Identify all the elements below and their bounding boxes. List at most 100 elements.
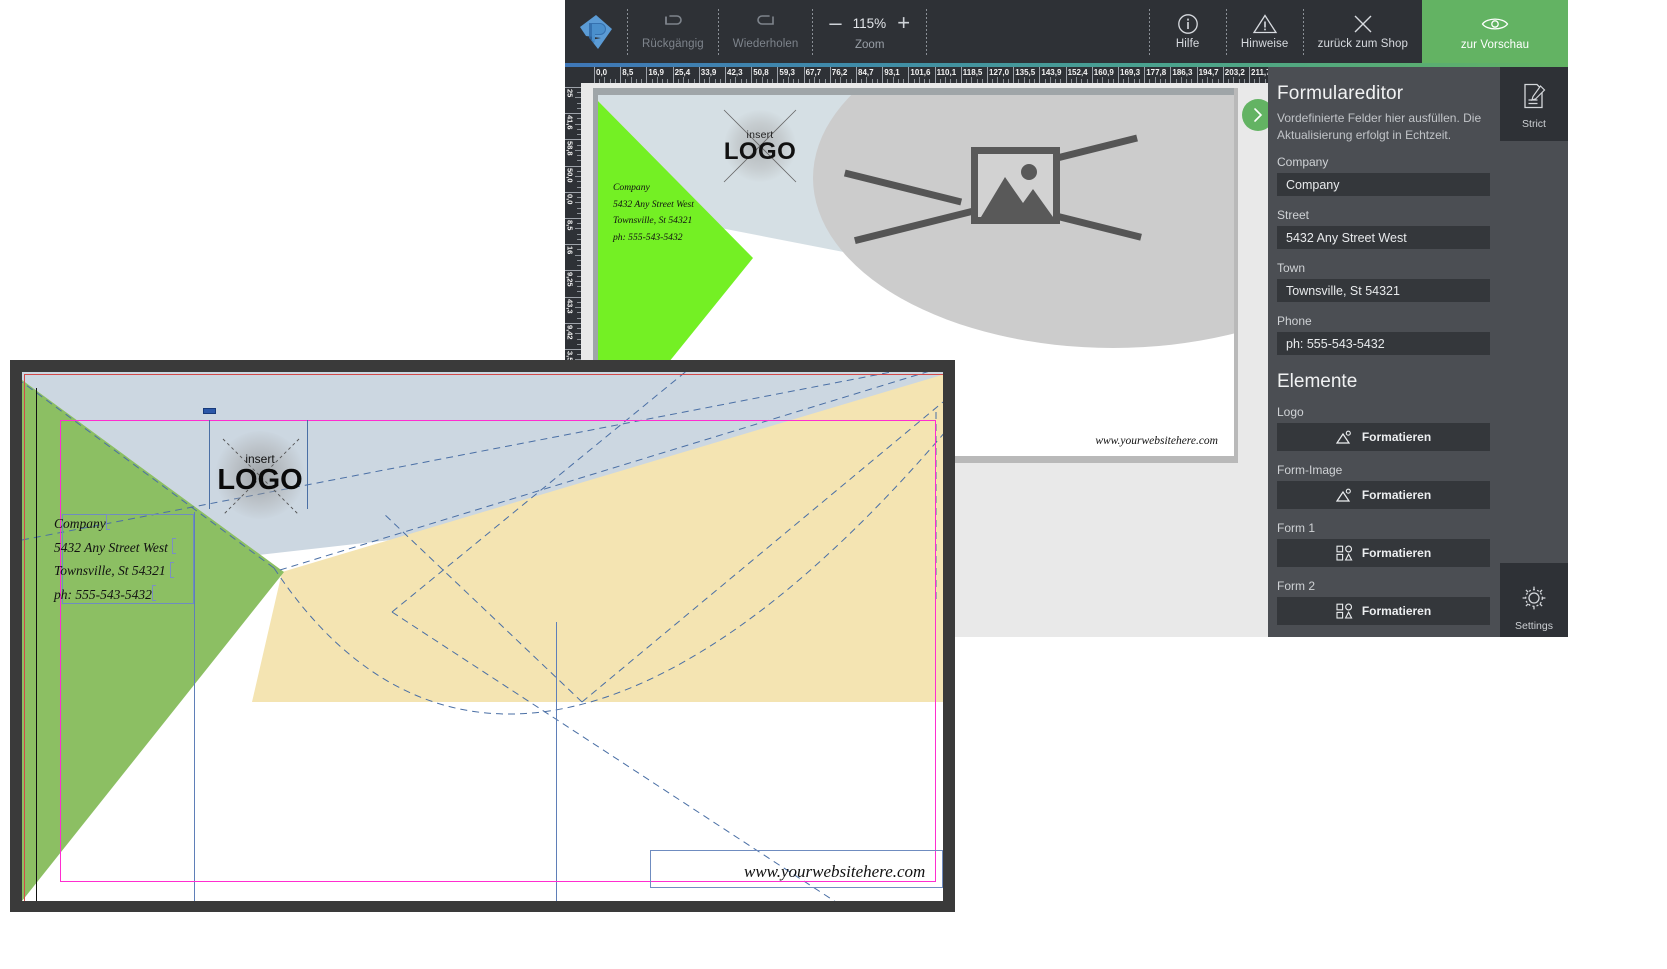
company-input[interactable] xyxy=(1277,173,1490,196)
ruler-tick xyxy=(565,297,581,298)
town-input[interactable] xyxy=(1277,279,1490,302)
format-form-1-label: Formatieren xyxy=(1362,546,1431,560)
ruler-tick-label: 9,42 xyxy=(566,325,574,340)
ruler-tick xyxy=(565,139,581,140)
zoom-value: 115% xyxy=(853,16,887,31)
notes-label: Hinweise xyxy=(1241,39,1288,51)
gear-icon xyxy=(1521,585,1547,616)
ruler-tick-label: 84,7 xyxy=(858,69,874,77)
help-button[interactable]: Hilfe xyxy=(1150,0,1226,63)
detail-editor-window[interactable]: insert LOGO Company 5432 Any Street West… xyxy=(10,360,955,912)
rail-gap xyxy=(1500,141,1568,563)
next-step-button[interactable] xyxy=(1242,99,1268,131)
ruler-tick xyxy=(565,166,581,167)
ruler-tick xyxy=(1144,67,1145,83)
ruler-tick xyxy=(1197,67,1198,83)
ruler-tick xyxy=(565,349,581,350)
address-line: Company xyxy=(54,512,168,536)
ruler-tick xyxy=(1039,67,1040,83)
ruler-tick xyxy=(804,67,805,83)
eye-icon xyxy=(1481,11,1509,37)
ruler-tick-label: 50,8 xyxy=(753,69,769,77)
phone-input[interactable] xyxy=(1277,332,1490,355)
logo-placeholder[interactable]: insert LOGO xyxy=(724,110,796,182)
ruler-tick-label: 203,2 xyxy=(1225,69,1245,77)
ruler-tick xyxy=(565,192,581,193)
zoom-in-button[interactable]: + xyxy=(897,12,910,34)
preview-label: zur Vorschau xyxy=(1461,40,1529,52)
format-form-2-button[interactable]: Formatieren xyxy=(1277,597,1490,625)
ruler-tick-label: 0,0 xyxy=(596,69,607,77)
notes-button[interactable]: Hinweise xyxy=(1227,0,1303,63)
undo-button[interactable]: Rückgängig xyxy=(628,0,718,63)
elements-heading: Elemente xyxy=(1277,371,1492,393)
brand-logo-icon[interactable] xyxy=(565,0,627,63)
format-form-image-label: Formatieren xyxy=(1362,488,1431,502)
ruler-tick-label: 58,8 xyxy=(566,141,574,156)
ruler-tick-label: 33,9 xyxy=(701,69,717,77)
format-form-image-button[interactable]: Formatieren xyxy=(1277,481,1490,509)
address-line: 5432 Any Street West xyxy=(613,197,694,214)
address-line: Company xyxy=(613,180,694,197)
redo-button[interactable]: Wiederholen xyxy=(719,0,813,63)
editor-website-text[interactable]: www.yourwebsitehere.com xyxy=(744,862,925,882)
format-form-2-label: Formatieren xyxy=(1362,604,1431,618)
address-line: Townsville, St 54321 xyxy=(613,213,694,230)
ruler-tick-label: 8,5 xyxy=(622,69,633,77)
ruler-tick-label: 25,4 xyxy=(675,69,691,77)
ruler-tick xyxy=(699,67,700,83)
settings-button[interactable]: Settings xyxy=(1500,585,1568,632)
text-bracket xyxy=(152,585,156,601)
zoom-out-button[interactable]: – xyxy=(829,12,841,34)
warning-triangle-icon xyxy=(1252,11,1278,37)
format-form-1-button[interactable]: Formatieren xyxy=(1277,539,1490,567)
close-x-icon xyxy=(1351,11,1375,37)
ruler-tick xyxy=(1170,67,1171,83)
image-placeholder-icon[interactable] xyxy=(969,145,1062,226)
undo-arrow-icon xyxy=(661,11,685,37)
logo-resize-handle[interactable] xyxy=(203,408,216,414)
ruler-tick xyxy=(777,67,778,83)
ruler-tick-label: 135,5 xyxy=(1015,69,1035,77)
panel-subtitle: Vordefinierte Felder hier ausfüllen. Die… xyxy=(1277,110,1492,143)
address-line: 5432 Any Street West xyxy=(54,536,168,560)
ruler-tick xyxy=(673,67,674,83)
strict-mode-label: Strict xyxy=(1522,118,1546,130)
horizontal-ruler[interactable]: 0,08,516,925,433,942,350,859,367,776,284… xyxy=(565,67,1268,83)
logo-word-text: LOGO xyxy=(724,140,796,164)
address-line: Townsville, St 54321 xyxy=(54,559,168,583)
ruler-tick xyxy=(565,218,581,219)
element-label-logo: Logo xyxy=(1277,405,1492,419)
logo-placeholder[interactable]: insert LOGO xyxy=(219,437,301,509)
card-address-block[interactable]: Company 5432 Any Street West Townsville,… xyxy=(613,180,694,246)
back-to-shop-label: zurück zum Shop xyxy=(1318,39,1408,51)
editor-address-block[interactable]: Company 5432 Any Street West Townsville,… xyxy=(54,512,168,606)
ruler-tick xyxy=(908,67,909,83)
ruler-tick xyxy=(565,270,581,271)
street-input[interactable] xyxy=(1277,226,1490,249)
preview-button[interactable]: zur Vorschau xyxy=(1422,0,1568,63)
ruler-tick xyxy=(751,67,752,83)
settings-label: Settings xyxy=(1515,620,1553,632)
format-logo-button[interactable]: Formatieren xyxy=(1277,423,1490,451)
card-website-text[interactable]: www.yourwebsitehere.com xyxy=(1095,435,1218,447)
ruler-tick-label: 67,7 xyxy=(806,69,822,77)
ruler-tick-label: 43,3 xyxy=(566,299,574,314)
panel-title: Formulareditor xyxy=(1277,83,1492,105)
ruler-tick-label: 0,0 xyxy=(566,194,574,204)
ruler-tick xyxy=(594,67,595,83)
zoom-label: Zoom xyxy=(855,39,884,51)
zoom-control: – 115% + Zoom xyxy=(813,0,926,63)
top-toolbar: Rückgängig Wiederholen – 115% + Zoom xyxy=(565,0,1568,63)
strict-mode-button[interactable]: Strict xyxy=(1500,83,1568,130)
editor-canvas[interactable]: insert LOGO Company 5432 Any Street West… xyxy=(22,372,943,901)
logo-word-text: LOGO xyxy=(217,466,302,495)
back-to-shop-button[interactable]: zurück zum Shop xyxy=(1304,0,1422,63)
undo-label: Rückgängig xyxy=(642,39,704,51)
ruler-tick-label: 152,4 xyxy=(1068,69,1088,77)
element-label-form-image: Form-Image xyxy=(1277,463,1492,477)
ruler-tick xyxy=(935,67,936,83)
address-line: ph: 555-543-5432 xyxy=(613,230,694,247)
redo-arrow-icon xyxy=(754,11,778,37)
trim-frame xyxy=(24,374,943,901)
